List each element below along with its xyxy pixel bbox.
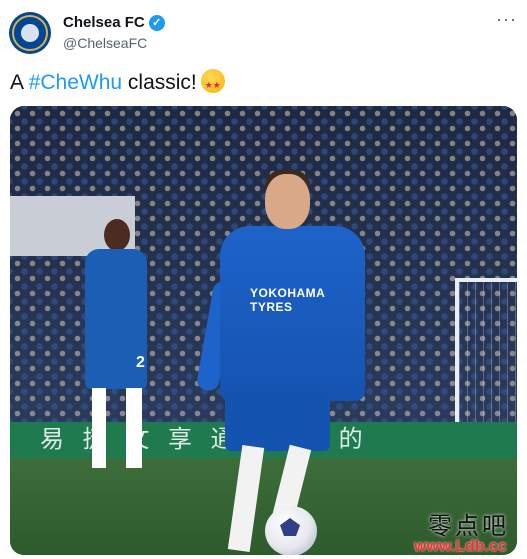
- football-ball: [265, 506, 317, 555]
- tweet-prefix: A: [10, 71, 29, 94]
- watermark-url: www.Ldb.cc: [414, 538, 507, 555]
- player-shorts: [225, 391, 330, 451]
- account-handle[interactable]: @ChelseaFC: [63, 35, 147, 51]
- tweet-media-video[interactable]: 易 捷 文 享 通 全 球 的 2 YOKOHAMA TYRES 零点吧 www…: [10, 106, 517, 555]
- more-options-icon[interactable]: ···: [496, 10, 517, 28]
- account-name-row[interactable]: Chelsea FC ✓: [63, 14, 165, 31]
- tweet-suffix: classic!: [122, 71, 197, 94]
- star-struck-emoji-icon: [200, 69, 225, 98]
- chelsea-crest-icon: [12, 15, 48, 51]
- account-avatar[interactable]: [9, 12, 51, 54]
- account-name[interactable]: Chelsea FC: [63, 14, 145, 31]
- player-head: [104, 219, 130, 251]
- shirt-sponsor: YOKOHAMA TYRES: [250, 286, 325, 314]
- verified-badge-icon: ✓: [148, 14, 165, 31]
- tweet-text: A #CheWhu classic!: [10, 69, 225, 98]
- player-socks: [92, 388, 142, 468]
- player-number: 2: [136, 354, 145, 371]
- player-head: [265, 174, 310, 229]
- watermark-cn: 零点吧: [428, 513, 509, 540]
- hashtag-link[interactable]: #CheWhu: [29, 71, 122, 94]
